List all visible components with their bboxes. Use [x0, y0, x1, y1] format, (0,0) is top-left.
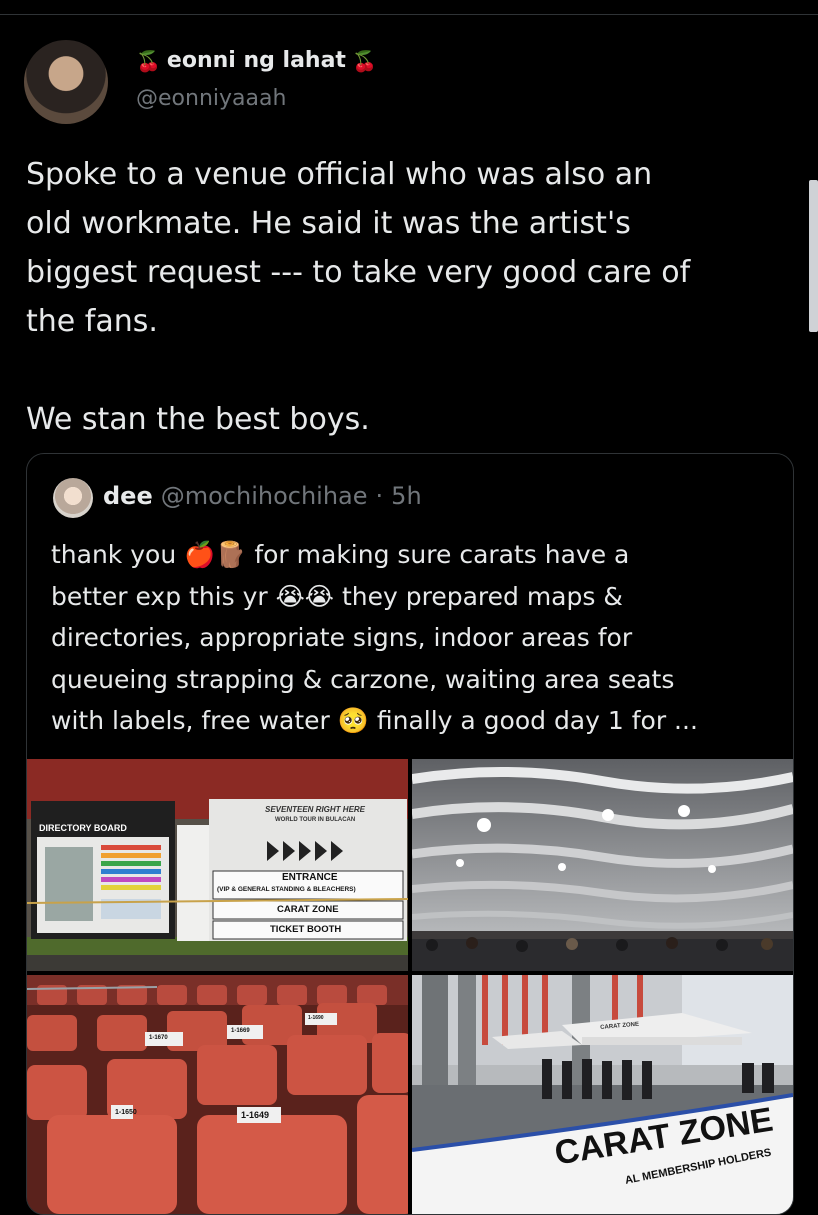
seat-label: 1-1690 [308, 1015, 324, 1021]
author-name[interactable]: 🍒 eonni ng lahat 🍒 [136, 48, 377, 73]
author-avatar[interactable] [24, 40, 108, 124]
photo-directory-signs[interactable]: DIRECTORY BOARD SEVENTEEN RIGHT HERE WOR… [27, 759, 408, 971]
tent-photo-illustration [412, 759, 793, 971]
top-divider [0, 14, 818, 15]
ticket-booth-sign: TICKET BOOTH [270, 924, 342, 935]
cherry-icon: 🍒 [136, 48, 161, 73]
quoted-tweet-header: dee @mochihochihae · 5h [103, 482, 422, 510]
seat-label: 1-1669 [231, 1028, 250, 1034]
carat-zone-photo-illustration [412, 975, 793, 1214]
media-grid: DIRECTORY BOARD SEVENTEEN RIGHT HERE WOR… [27, 759, 793, 1214]
seat-label: 1-1670 [149, 1035, 168, 1041]
author-name-text: eonni ng lahat [166, 48, 346, 73]
sign-subtitle: WORLD TOUR IN BULACAN [275, 817, 356, 823]
entrance-sub-label: (VIP & GENERAL STANDING & BLEACHERS) [217, 886, 356, 893]
directory-board-label: DIRECTORY BOARD [39, 823, 127, 833]
cherry-icon: 🍒 [351, 48, 377, 73]
seat-label: 1-1650 [115, 1109, 137, 1116]
quoted-author-name[interactable]: dee [103, 482, 153, 510]
directory-photo-illustration [27, 759, 408, 971]
author-handle[interactable]: @eonniyaaah [136, 86, 286, 111]
photo-labeled-seats[interactable]: 1-1650 1-1649 1-1670 1-1669 1-1690 [27, 975, 408, 1214]
quoted-author-handle[interactable]: @mochihochihae [161, 482, 368, 510]
seats-photo-illustration [27, 975, 408, 1214]
sign-title: SEVENTEEN RIGHT HERE [265, 805, 366, 814]
carat-zone-sign: CARAT ZONE [277, 904, 339, 915]
quoted-tweet[interactable]: dee @mochihochihae · 5h thank you 🍎🪵 for… [26, 453, 794, 1215]
quoted-tweet-text: thank you 🍎🪵 for making sure carats have… [51, 540, 698, 735]
scrollbar[interactable] [809, 180, 818, 332]
entrance-label: ENTRANCE [282, 872, 338, 883]
photo-tent-crowd[interactable] [412, 759, 793, 971]
seat-label: 1-1649 [241, 1110, 270, 1120]
quoted-timestamp[interactable]: 5h [391, 482, 421, 510]
photo-carat-zone[interactable]: CARAT ZONE AL MEMBERSHIP HOLDERS CARAT Z… [412, 975, 793, 1214]
quoted-author-avatar[interactable] [53, 478, 93, 518]
tweet-text: Spoke to a venue official who was also a… [26, 157, 691, 437]
separator-dot: · [375, 482, 384, 510]
